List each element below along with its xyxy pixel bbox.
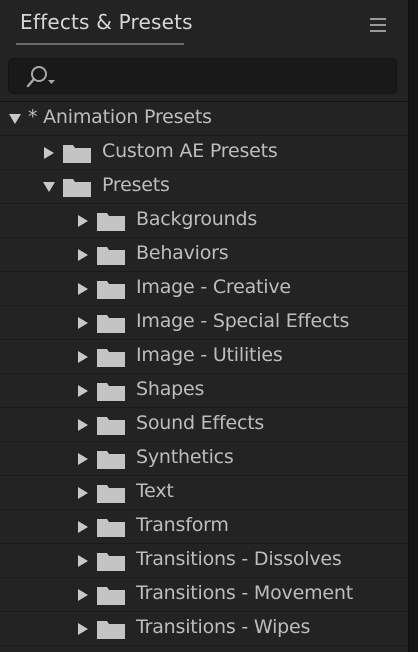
tree-row-custom-ae-presets[interactable]: Custom AE Presets xyxy=(0,136,408,170)
tree-row-image-special-effects[interactable]: Image - Special Effects xyxy=(0,306,408,340)
tree-row-backgrounds[interactable]: Backgrounds xyxy=(0,204,408,238)
tree-row-transitions-movement[interactable]: Transitions - Movement xyxy=(0,578,408,612)
collapsed-triangle-icon[interactable] xyxy=(76,384,90,398)
search-dropdown-icon[interactable] xyxy=(23,64,57,90)
tree-label: Image - Utilities xyxy=(136,344,283,366)
tree-label: Transform xyxy=(136,514,229,536)
tree-label: Transitions - Wipes xyxy=(136,616,311,638)
panel-edge-strip xyxy=(408,0,418,652)
preset-tree: * Animation Presets Custom AE Presets Pr… xyxy=(0,101,408,652)
collapsed-triangle-icon[interactable] xyxy=(76,452,90,466)
collapsed-triangle-icon[interactable] xyxy=(76,554,90,568)
collapsed-triangle-icon[interactable] xyxy=(42,146,56,160)
tree-row-text[interactable]: Text xyxy=(0,476,408,510)
tree-label: Image - Creative xyxy=(136,276,291,298)
folder-icon xyxy=(97,451,125,469)
folder-icon xyxy=(97,485,125,503)
tree-row-behaviors[interactable]: Behaviors xyxy=(0,238,408,272)
tree-row-partial[interactable] xyxy=(0,646,408,652)
folder-icon xyxy=(97,315,125,333)
tree-label: Synthetics xyxy=(136,446,234,468)
collapsed-triangle-icon[interactable] xyxy=(76,622,90,636)
collapsed-triangle-icon[interactable] xyxy=(76,418,90,432)
folder-icon xyxy=(63,145,91,163)
tree-label: Backgrounds xyxy=(136,208,258,230)
hamburger-menu-icon[interactable] xyxy=(368,15,388,35)
tree-label: Sound Effects xyxy=(136,412,265,434)
tree-label: Image - Special Effects xyxy=(136,310,350,332)
folder-icon xyxy=(97,587,125,605)
collapsed-triangle-icon[interactable] xyxy=(76,520,90,534)
tree-label: Custom AE Presets xyxy=(102,140,278,162)
panel-title: Effects & Presets xyxy=(20,10,193,34)
tree-row-presets[interactable]: Presets xyxy=(0,170,408,204)
tree-row-image-creative[interactable]: Image - Creative xyxy=(0,272,408,306)
effects-presets-panel: Effects & Presets * Animation Presets Cu… xyxy=(0,0,408,652)
expanded-triangle-icon[interactable] xyxy=(8,112,22,126)
collapsed-triangle-icon[interactable] xyxy=(76,350,90,364)
expanded-triangle-icon[interactable] xyxy=(42,180,56,194)
folder-icon xyxy=(63,179,91,197)
tree-label: Transitions - Movement xyxy=(136,582,353,604)
tree-row-shapes[interactable]: Shapes xyxy=(0,374,408,408)
folder-icon xyxy=(97,519,125,537)
folder-icon xyxy=(97,213,125,231)
folder-icon xyxy=(97,281,125,299)
folder-icon xyxy=(97,247,125,265)
folder-icon xyxy=(97,417,125,435)
tree-label: Transitions - Dissolves xyxy=(136,548,342,570)
tree-row-animation-presets[interactable]: * Animation Presets xyxy=(0,102,408,136)
tree-label: Shapes xyxy=(136,378,205,400)
search-input[interactable] xyxy=(65,63,385,91)
panel-header: Effects & Presets xyxy=(0,0,408,50)
tree-label: Behaviors xyxy=(136,242,229,264)
folder-icon xyxy=(97,621,125,639)
tree-row-transform[interactable]: Transform xyxy=(0,510,408,544)
folder-icon xyxy=(97,349,125,367)
folder-icon xyxy=(97,553,125,571)
collapsed-triangle-icon[interactable] xyxy=(76,214,90,228)
tree-row-synthetics[interactable]: Synthetics xyxy=(0,442,408,476)
tree-row-image-utilities[interactable]: Image - Utilities xyxy=(0,340,408,374)
collapsed-triangle-icon[interactable] xyxy=(76,282,90,296)
collapsed-triangle-icon[interactable] xyxy=(76,248,90,262)
tree-row-transitions-dissolves[interactable]: Transitions - Dissolves xyxy=(0,544,408,578)
collapsed-triangle-icon[interactable] xyxy=(76,486,90,500)
collapsed-triangle-icon[interactable] xyxy=(76,316,90,330)
search-box[interactable] xyxy=(8,58,397,94)
tree-label: Presets xyxy=(102,174,170,196)
collapsed-triangle-icon[interactable] xyxy=(76,588,90,602)
tree-label: * Animation Presets xyxy=(28,106,212,128)
tree-label: Text xyxy=(136,480,174,502)
tree-row-transitions-wipes[interactable]: Transitions - Wipes xyxy=(0,612,408,646)
active-tab-underline xyxy=(16,43,184,45)
folder-icon xyxy=(97,383,125,401)
tree-row-sound-effects[interactable]: Sound Effects xyxy=(0,408,408,442)
